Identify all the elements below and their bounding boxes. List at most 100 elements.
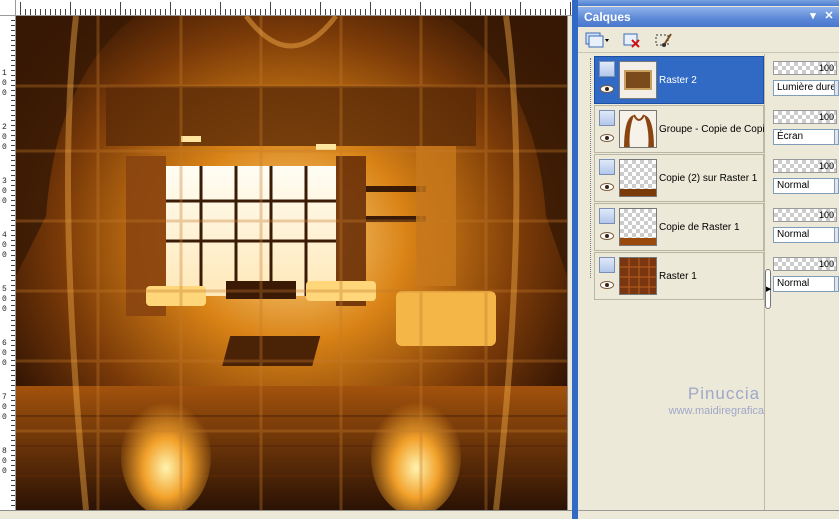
ruler-tick	[440, 9, 441, 15]
canvas-scrollbar[interactable]	[0, 510, 572, 519]
palette-scrollbar[interactable]	[578, 510, 839, 519]
layer-thumbnail	[619, 159, 657, 197]
ruler-tick	[11, 365, 15, 366]
delete-layer-button[interactable]	[622, 30, 642, 50]
blend-mode-select[interactable]: Écran	[773, 129, 839, 145]
opacity-slider[interactable]: 100	[773, 61, 837, 75]
ruler-tick	[500, 9, 501, 15]
ruler-tick	[375, 9, 376, 15]
opacity-slider[interactable]: 100	[773, 159, 837, 173]
ruler-tick	[40, 9, 41, 15]
ruler-tick	[155, 9, 156, 15]
close-icon[interactable]: ✕	[823, 10, 835, 23]
ruler-tick	[185, 9, 186, 15]
layer-type-icon	[599, 159, 615, 175]
ruler-tick	[11, 300, 15, 301]
blend-mode-select[interactable]: Normal	[773, 276, 839, 292]
layer-row-raster-1[interactable]: Raster 1	[594, 252, 764, 300]
brush-selection-icon	[655, 33, 672, 47]
ruler-tick	[11, 175, 15, 176]
ruler-tick	[11, 45, 15, 46]
history-palette-titlebar[interactable]	[578, 0, 839, 6]
visibility-eye-icon[interactable]	[600, 281, 614, 289]
ruler-tick	[11, 110, 15, 111]
ruler-tick	[165, 9, 166, 15]
ruler-tick	[11, 50, 15, 51]
ruler-tick	[145, 9, 146, 15]
blend-mode-value: Normal	[777, 278, 810, 289]
layer-row-raster-2[interactable]: Raster 2	[594, 56, 764, 104]
ruler-tick	[430, 9, 431, 15]
ruler-tick	[415, 9, 416, 15]
ruler-tick	[11, 505, 15, 506]
ruler-tick	[11, 410, 15, 411]
ruler-tick	[11, 415, 15, 416]
ruler-tick	[275, 9, 276, 15]
layer-row-copie-raster-1[interactable]: Copie de Raster 1	[594, 203, 764, 251]
layer-thumbnail	[619, 257, 657, 295]
blend-mode-select[interactable]: Normal	[773, 178, 839, 194]
ruler-tick	[11, 485, 15, 486]
ruler-tick	[45, 9, 46, 15]
ruler-tick	[11, 480, 15, 481]
ruler-tick	[11, 215, 15, 216]
layers-palette: Calques ▾ ✕ Raster 2 Groupe - Copie de C…	[578, 0, 839, 519]
layer-row-copie-2-raster-1[interactable]: Copie (2) sur Raster 1	[594, 154, 764, 202]
ruler-tick	[11, 435, 15, 436]
ruler-tick	[285, 9, 286, 15]
layer-props-groupe-copie: 100 Écran	[773, 107, 839, 155]
ruler-tick	[11, 65, 15, 66]
ruler-tick	[11, 20, 15, 21]
ruler-digit: 8	[2, 447, 7, 456]
ruler-tick	[405, 9, 406, 15]
ruler-tick	[485, 9, 486, 15]
ruler-tick	[550, 9, 551, 15]
ruler-tick	[11, 340, 15, 341]
layers-palette-titlebar[interactable]: Calques ▾ ✕	[578, 7, 839, 27]
blend-mode-select[interactable]: Normal	[773, 227, 839, 243]
ruler-digit: 0	[2, 403, 7, 412]
ruler-tick	[11, 460, 15, 461]
image-canvas[interactable]	[16, 16, 567, 510]
ruler-tick	[250, 9, 251, 15]
ruler-tick	[11, 105, 15, 106]
ruler-tick	[555, 9, 556, 15]
ruler-tick	[265, 9, 266, 15]
ruler-tick	[505, 9, 506, 15]
pin-icon[interactable]: ▾	[807, 10, 819, 23]
edit-selection-button[interactable]	[654, 30, 674, 50]
ruler-tick	[11, 190, 15, 191]
ruler-tick	[60, 9, 61, 15]
layer-name: Raster 2	[659, 75, 697, 86]
visibility-eye-icon[interactable]	[600, 232, 614, 240]
ruler-tick	[365, 9, 366, 15]
ruler-tick	[35, 9, 36, 15]
opacity-slider[interactable]: 100	[773, 208, 837, 222]
visibility-eye-icon[interactable]	[600, 183, 614, 191]
ruler-tick	[410, 9, 411, 15]
ruler-tick	[570, 2, 571, 15]
ruler-tick	[11, 335, 15, 336]
ruler-tick	[11, 200, 15, 201]
ruler-tick	[225, 9, 226, 15]
ruler-tick	[11, 80, 15, 81]
layer-name: Copie de Raster 1	[659, 222, 740, 233]
ruler-tick	[470, 2, 471, 15]
ruler-tick	[515, 9, 516, 15]
opacity-slider[interactable]: 100	[773, 257, 837, 271]
ruler-tick	[11, 490, 15, 491]
ruler-tick	[11, 120, 15, 121]
new-layer-dropdown-button[interactable]	[584, 30, 610, 50]
ruler-digit: 0	[2, 305, 7, 314]
ruler-tick	[565, 9, 566, 15]
opacity-slider[interactable]: 100	[773, 110, 837, 124]
blend-mode-select[interactable]: Lumière dure	[773, 80, 839, 96]
ruler-tick	[11, 320, 15, 321]
visibility-eye-icon[interactable]	[600, 134, 614, 142]
ruler-tick	[255, 9, 256, 15]
ruler-tick	[11, 325, 15, 326]
visibility-eye-icon[interactable]	[600, 85, 614, 93]
ruler-tick	[55, 9, 56, 15]
ruler-tick	[11, 220, 15, 221]
layer-row-groupe-copie[interactable]: Groupe - Copie de Copie	[594, 105, 770, 153]
